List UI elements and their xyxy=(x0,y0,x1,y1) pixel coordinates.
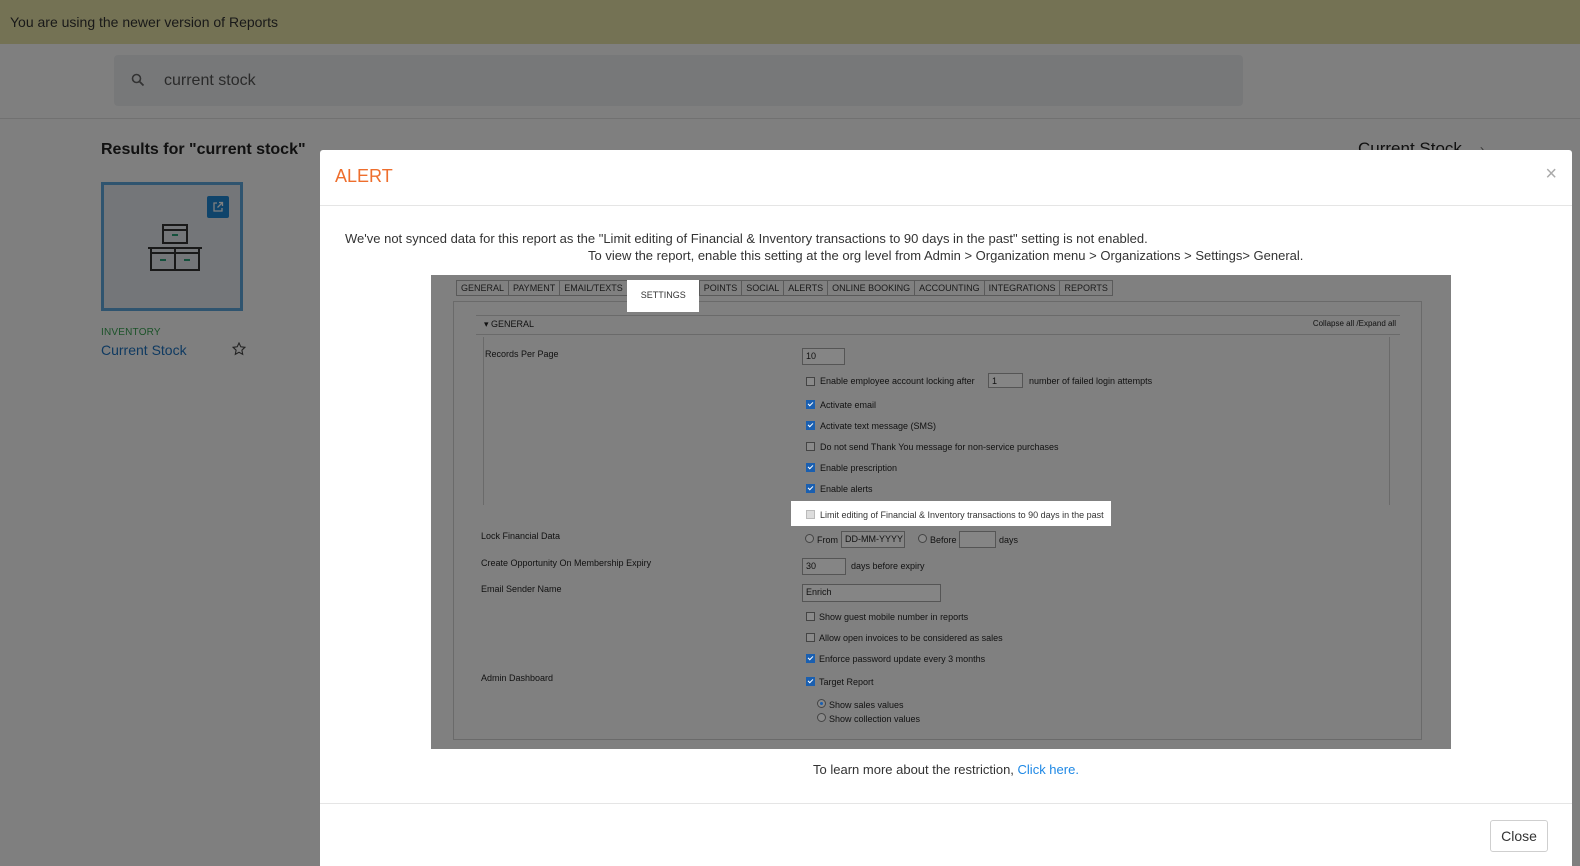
screenshot-tab: ACCOUNTING xyxy=(914,280,984,296)
before-field xyxy=(959,531,996,548)
dialog-title: ALERT xyxy=(335,166,393,186)
from-date-field: DD-MM-YYYY xyxy=(841,531,905,548)
prescription-label: Enable prescription xyxy=(820,463,898,473)
admin-dashboard-label: Admin Dashboard xyxy=(481,673,554,683)
screenshot-tabs: GENERAL PAYMENT EMAIL/TEXTS SETTINGS POI… xyxy=(456,280,1113,312)
screenshot-section-header: ▾ GENERAL Collapse all /Expand all xyxy=(476,315,1400,335)
target-report-label: Target Report xyxy=(819,677,874,687)
learn-more-prefix: To learn more about the restriction, xyxy=(813,762,1018,777)
activate-email-checkbox xyxy=(806,400,815,409)
alerts-checkbox xyxy=(806,484,815,493)
lock-financial-label: Lock Financial Data xyxy=(481,531,561,541)
records-per-page-field: 10 xyxy=(802,348,845,365)
close-button[interactable]: Close xyxy=(1490,820,1548,852)
before-label: Before xyxy=(930,535,957,545)
screenshot-expand-link: Collapse all /Expand all xyxy=(1312,319,1396,328)
alerts-label: Enable alerts xyxy=(820,484,873,494)
show-collection-label: Show collection values xyxy=(829,714,921,724)
from-radio xyxy=(805,534,814,543)
dialog-header-divider xyxy=(320,205,1572,206)
screenshot-inner-frame xyxy=(483,337,1390,505)
screenshot-tab: SOCIAL xyxy=(741,280,784,296)
screenshot-tab: INTEGRATIONS xyxy=(983,280,1060,296)
no-thankyou-checkbox xyxy=(806,442,815,451)
target-report-checkbox xyxy=(806,677,815,686)
activate-sms-checkbox xyxy=(806,421,815,430)
activate-sms-label: Activate text message (SMS) xyxy=(820,421,937,431)
lockout-field: 1 xyxy=(988,373,1023,388)
close-icon[interactable]: × xyxy=(1545,163,1557,186)
limit-editing-label: Limit editing of Financial & Inventory t… xyxy=(820,510,1104,520)
screenshot-tab: ALERTS xyxy=(783,280,828,296)
screenshot-tab-active: SETTINGS xyxy=(626,280,699,312)
no-thankyou-label: Do not send Thank You message for non-se… xyxy=(820,442,1059,452)
dialog-footer-divider xyxy=(320,803,1572,804)
learn-more-text: To learn more about the restriction, Cli… xyxy=(320,762,1572,777)
prescription-checkbox xyxy=(806,463,815,472)
screenshot-section-label: ▾ GENERAL xyxy=(484,319,535,329)
screenshot-tab: ONLINE BOOKING xyxy=(827,280,915,296)
opportunity-field: 30 xyxy=(802,558,846,575)
open-invoices-checkbox xyxy=(806,633,815,642)
section-name: GENERAL xyxy=(491,319,535,329)
lockout-checkbox xyxy=(806,377,815,386)
show-collection-radio xyxy=(817,713,826,722)
enforce-password-label: Enforce password update every 3 months xyxy=(819,654,986,664)
guest-mobile-checkbox xyxy=(806,612,815,621)
before-radio xyxy=(918,534,927,543)
settings-screenshot: GENERAL PAYMENT EMAIL/TEXTS SETTINGS POI… xyxy=(431,275,1451,749)
alert-message-line1: We've not synced data for this report as… xyxy=(345,231,1148,246)
alert-dialog: ALERT × We've not synced data for this r… xyxy=(320,150,1572,866)
show-sales-radio xyxy=(817,699,826,708)
opportunity-suffix: days before expiry xyxy=(851,561,925,571)
limit-editing-checkbox xyxy=(806,510,815,519)
days-label: days xyxy=(999,535,1019,545)
sender-label: Email Sender Name xyxy=(481,584,562,594)
lockout-suffix: number of failed login attempts xyxy=(1029,376,1153,386)
sender-field: Enrich xyxy=(802,584,941,602)
opportunity-label: Create Opportunity On Membership Expiry xyxy=(481,558,652,568)
screenshot-tab: REPORTS xyxy=(1059,280,1113,296)
from-label: From xyxy=(817,535,838,545)
screenshot-tab: GENERAL xyxy=(456,280,509,296)
enforce-password-checkbox xyxy=(806,654,815,663)
lockout-label: Enable employee account locking after xyxy=(820,376,975,386)
alert-message-line2: To view the report, enable this setting … xyxy=(588,248,1304,263)
screenshot-tab: PAYMENT xyxy=(508,280,560,296)
records-per-page-label: Records Per Page xyxy=(485,349,559,359)
open-invoices-label: Allow open invoices to be considered as … xyxy=(819,633,1003,643)
activate-email-label: Activate email xyxy=(820,400,877,410)
click-here-link[interactable]: Click here. xyxy=(1018,762,1079,777)
screenshot-tab: EMAIL/TEXTS xyxy=(559,280,627,296)
guest-mobile-label: Show guest mobile number in reports xyxy=(819,612,969,622)
screenshot-tab: POINTS xyxy=(698,280,742,296)
show-sales-label: Show sales values xyxy=(829,700,904,710)
